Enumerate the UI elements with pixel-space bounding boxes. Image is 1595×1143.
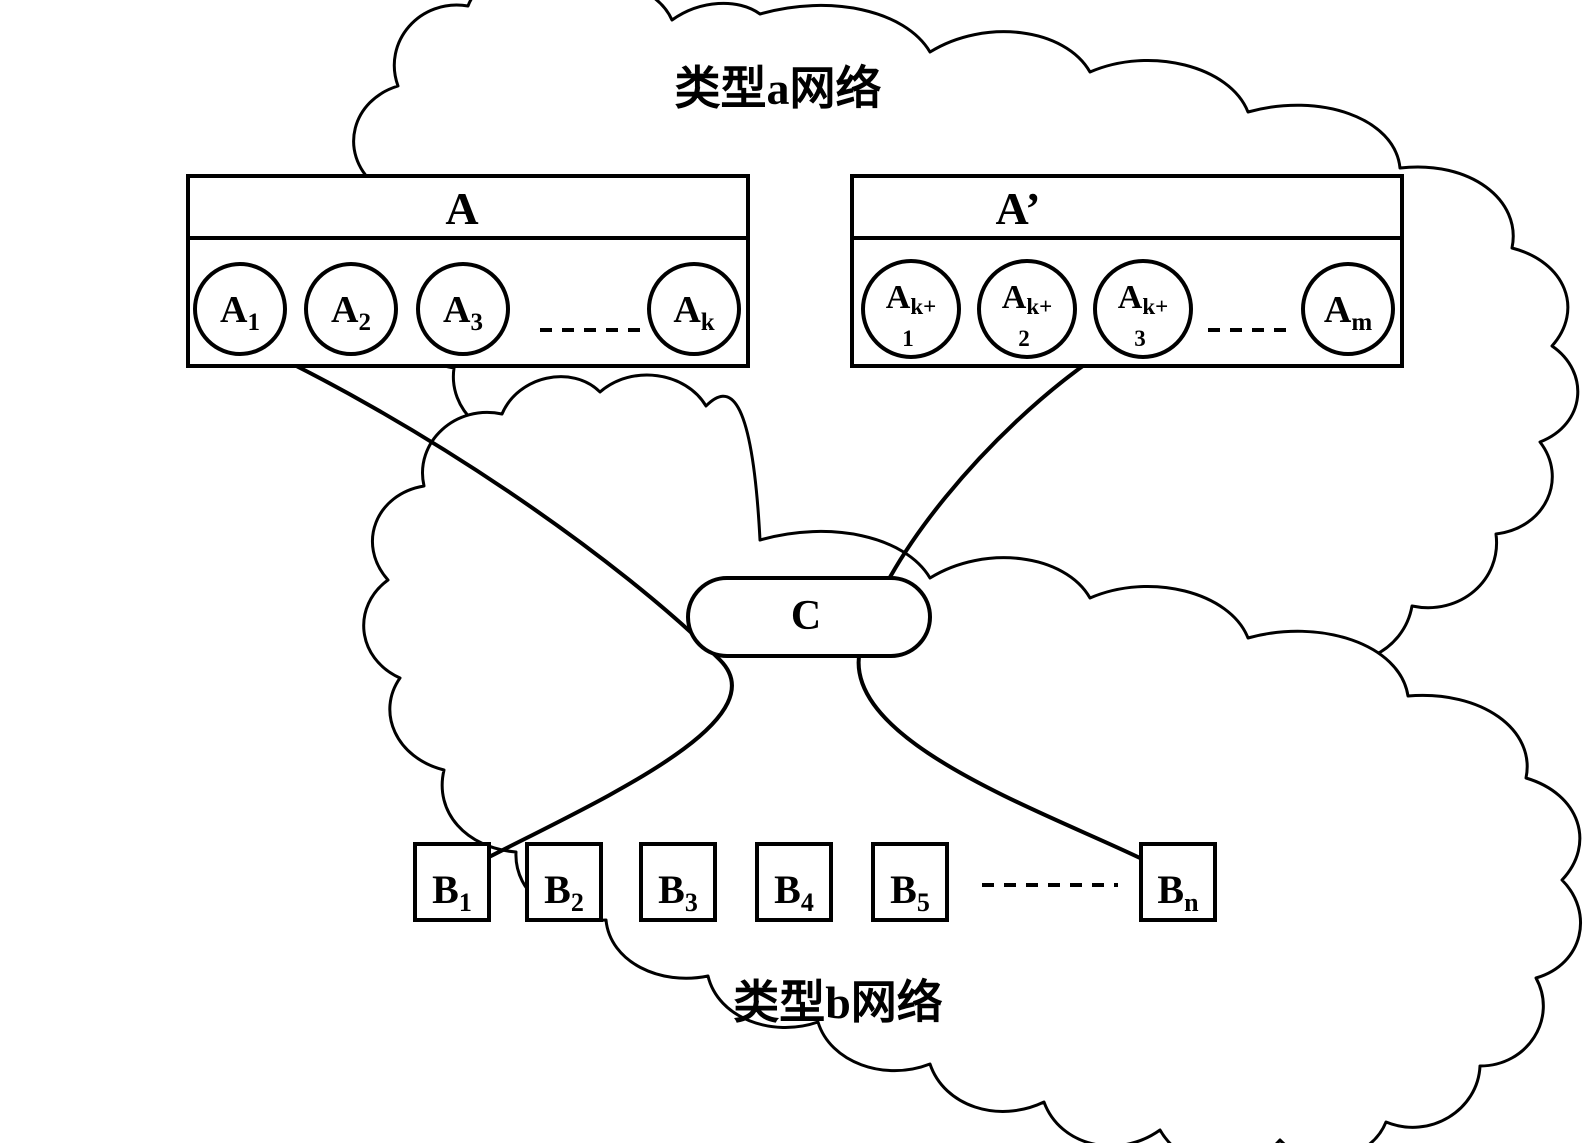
group-a-header-label: A: [445, 183, 478, 234]
group-a-prime-header-label: A’: [995, 183, 1040, 234]
diagram-canvas: 类型a网络 类型b网络 A A1 A2 A3 Ak A’ Ak+ 1 Ak+ 2…: [0, 0, 1595, 1143]
gateway-node-c-label: C: [791, 593, 821, 639]
node-ak1-sublabel: 1: [902, 326, 914, 351]
node-ak3-sublabel: 3: [1134, 326, 1146, 351]
node-ak2-sublabel: 2: [1018, 326, 1030, 351]
cloud-a-title: 类型a网络: [675, 63, 882, 114]
cloud-b-title: 类型b网络: [733, 977, 943, 1028]
network-topology-diagram: 类型a网络 类型b网络 A A1 A2 A3 Ak A’ Ak+ 1 Ak+ 2…: [186, 0, 1583, 1143]
